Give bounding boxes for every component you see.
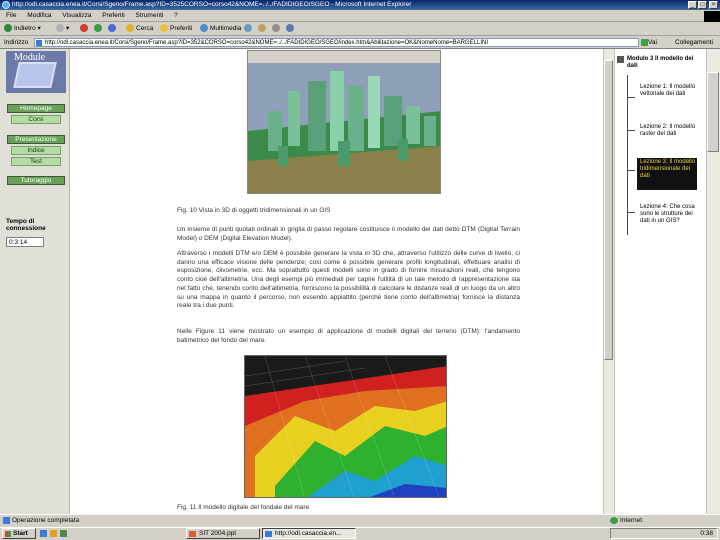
quicklaunch-icon[interactable] (60, 530, 67, 537)
address-input[interactable]: http://odl.casaccia.enea.it/Corsi/Sgeno/… (34, 38, 639, 47)
search-icon (126, 24, 134, 33)
figure-seabed-model-image (244, 355, 447, 498)
back-label: Indietro (14, 25, 36, 32)
refresh-icon (94, 24, 102, 33)
powerpoint-icon (189, 531, 196, 537)
seabed-render (245, 356, 446, 497)
menu-strumenti[interactable]: Strumenti (136, 12, 164, 19)
nav-corsi[interactable]: Corsi (11, 115, 61, 124)
minimize-button[interactable]: _ (688, 1, 697, 9)
search-label: Cerca (136, 25, 154, 32)
print-button[interactable] (272, 22, 282, 36)
stop-button[interactable] (80, 22, 90, 36)
menu-modifica[interactable]: Modifica (27, 12, 51, 19)
lesson-3-link[interactable]: Lezione 3: Il modello tridimensionale de… (640, 159, 696, 181)
figure-3d-city-image (247, 50, 441, 194)
module-title: Modulo 3 Il modello dei dati (627, 56, 694, 70)
figure-10-caption: Fig. 10 Vista in 3D di oggetti tridimens… (177, 207, 331, 214)
figure-11-caption: Fig. 11 Il modello digitale del fondale … (177, 504, 310, 511)
nav-test[interactable]: Test (11, 157, 61, 166)
logo-text: Module (14, 52, 46, 63)
connection-time-label: Tempo di connessione (6, 218, 46, 232)
menu-visualizza[interactable]: Visualizza (62, 12, 91, 19)
refresh-button[interactable] (94, 22, 104, 36)
favorites-button[interactable]: Preferiti (160, 22, 192, 36)
search-button[interactable]: Cerca (126, 22, 153, 36)
menu-bar: File Modifica Visualizza Preferiti Strum… (0, 10, 720, 22)
content-scrollbar-thumb[interactable] (604, 60, 613, 360)
city-render (248, 51, 440, 193)
home-button[interactable] (108, 22, 118, 36)
forward-arrow-icon (56, 24, 64, 33)
tree-connector (627, 170, 635, 171)
favorites-label: Preferiti (170, 25, 193, 32)
page-icon (36, 40, 42, 46)
history-button[interactable] (244, 22, 254, 36)
tree-connector (627, 212, 635, 213)
connection-time-field: 0:3:14 (6, 237, 44, 247)
index-scrollbar-thumb[interactable] (707, 72, 719, 152)
paragraph-dtm-intro: Un insieme di punti quotati ordinati in … (177, 226, 520, 242)
lesson-4-link[interactable]: Lezione 4: Che cosa sono le strutture de… (640, 204, 696, 226)
go-arrow-icon (641, 39, 648, 46)
multimedia-button[interactable]: Multimedia (200, 22, 241, 36)
system-tray: 0:38 (610, 528, 718, 539)
windows-logo-icon (704, 11, 720, 22)
nav-tutoraggio[interactable]: Tutoraggio (7, 176, 65, 185)
edit-icon (286, 24, 294, 33)
menu-preferiti[interactable]: Preferiti (102, 12, 124, 19)
lesson-1-link[interactable]: Lezione 1: Il modello vettoriale dei dat… (640, 84, 696, 98)
status-text: Operazione completata (12, 517, 80, 524)
lesson-2-link[interactable]: Lezione 2: Il modello raster dei dati (640, 124, 696, 138)
stop-icon (80, 24, 88, 33)
mail-icon (258, 24, 266, 33)
window-title-bar: http://odl.casaccia.enea.it/Corsi/Sgeno/… (0, 0, 720, 10)
maximize-button[interactable]: □ (698, 1, 707, 9)
ie-icon (2, 1, 10, 9)
nav-homepage[interactable]: Homepage (7, 104, 65, 113)
tree-connector (627, 130, 635, 131)
nav-indice[interactable]: Indice (11, 146, 61, 155)
close-button[interactable]: × (709, 1, 718, 9)
browser-icon (265, 531, 272, 537)
nav-presentazione[interactable]: Presentazione (7, 135, 65, 144)
window-title: http://odl.casaccia.enea.it/Corsi/Sgeno/… (12, 1, 412, 8)
lesson-index-frame (614, 49, 720, 514)
quicklaunch-ie-icon[interactable] (40, 530, 47, 537)
star-icon (160, 24, 168, 33)
taskbar-button-ie[interactable]: http://odl.casaccia.en... (262, 528, 356, 539)
links-button[interactable]: Collegamenti (675, 38, 720, 48)
taskbar-button-ppt[interactable]: SIT 2004.ppt (186, 528, 260, 539)
address-label: Indirizzo (4, 39, 29, 46)
print-icon (272, 24, 280, 33)
mail-button[interactable] (258, 22, 268, 36)
paragraph-dtm-uses: Attraverso i modelli DTM e/o DEM è possi… (177, 250, 520, 310)
forward-button[interactable]: ▾ (56, 22, 69, 36)
quicklaunch-icon[interactable] (50, 530, 57, 537)
internet-zone-icon (610, 517, 618, 524)
back-button[interactable]: Indietro ▾ (4, 22, 41, 36)
windows-flag-icon (5, 531, 11, 537)
toolbar: Indietro ▾ ▾ Cerca Preferiti Multimedia (0, 22, 720, 36)
menu-help[interactable]: ? (174, 12, 178, 19)
security-zone: Internet (620, 517, 643, 524)
edit-button[interactable] (286, 22, 296, 36)
history-icon (244, 24, 252, 33)
media-icon (200, 24, 208, 33)
module-icon (617, 56, 624, 63)
multimedia-label: Multimedia (210, 25, 242, 32)
clock: 0:38 (700, 530, 713, 537)
lesson-tree-line (627, 75, 628, 235)
home-icon (108, 24, 116, 33)
page-done-icon (3, 517, 10, 524)
menu-file[interactable]: File (6, 12, 16, 19)
paragraph-figure-11-intro: Nelle Figure 11 viene mostrato un esempi… (177, 328, 520, 344)
go-button[interactable]: Vai (648, 38, 673, 48)
back-arrow-icon (4, 24, 12, 33)
tree-connector (627, 97, 635, 98)
